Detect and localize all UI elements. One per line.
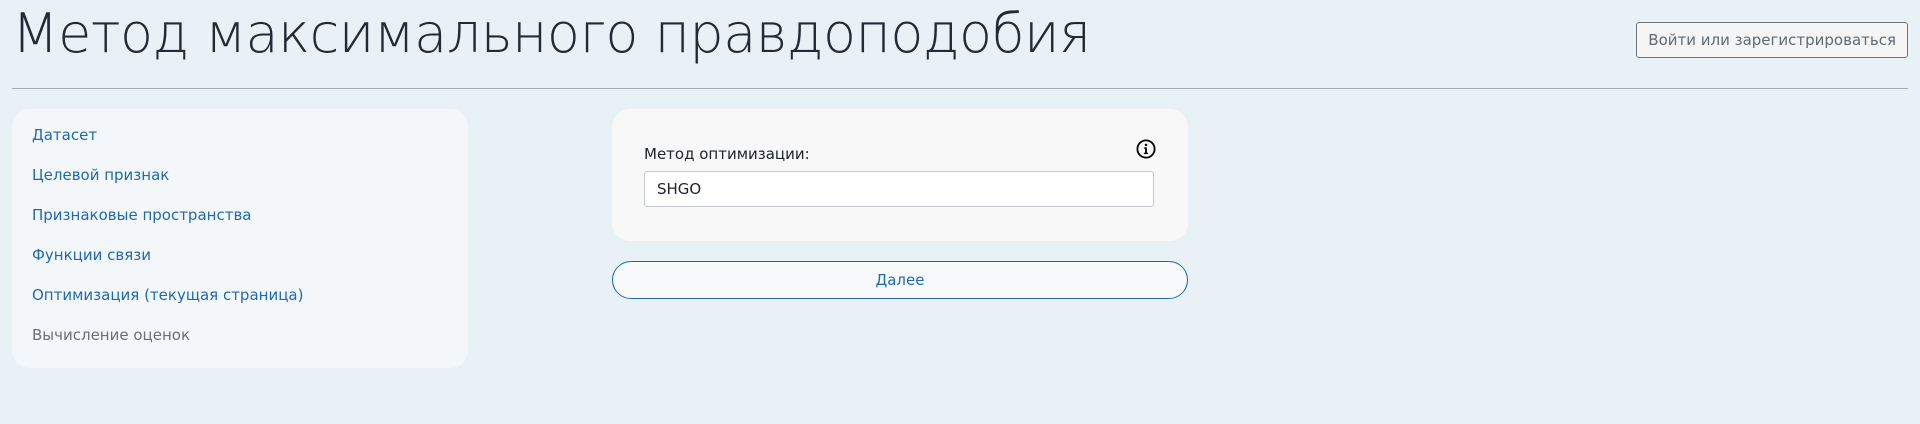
- sidebar-item-feature-spaces[interactable]: Признаковые пространства: [32, 205, 251, 225]
- page-title: Метод максимального правдоподобия: [12, 2, 1091, 65]
- page-header: Метод максимального правдоподобия Войти …: [12, 0, 1908, 88]
- sidebar-item-optimization-current[interactable]: Оптимизация (текущая страница): [32, 285, 303, 305]
- info-circle-icon[interactable]: [1136, 139, 1156, 159]
- next-button[interactable]: Далее: [612, 261, 1188, 299]
- sidebar-item-estimates: Вычисление оценок: [32, 326, 191, 344]
- optimization-form-card: Метод оптимизации: SHGO: [612, 109, 1188, 241]
- steps-sidebar: Датасет Целевой признак Признаковые прос…: [12, 109, 468, 368]
- optimization-method-label: Метод оптимизации:: [644, 145, 810, 163]
- sidebar-item-link-functions[interactable]: Функции связи: [32, 245, 151, 265]
- header-divider: [12, 88, 1908, 89]
- login-register-button[interactable]: Войти или зарегистрироваться: [1636, 22, 1908, 58]
- optimization-method-select[interactable]: SHGO: [644, 171, 1154, 207]
- sidebar-item-dataset[interactable]: Датасет: [32, 125, 97, 145]
- sidebar-item-target-feature[interactable]: Целевой признак: [32, 165, 169, 185]
